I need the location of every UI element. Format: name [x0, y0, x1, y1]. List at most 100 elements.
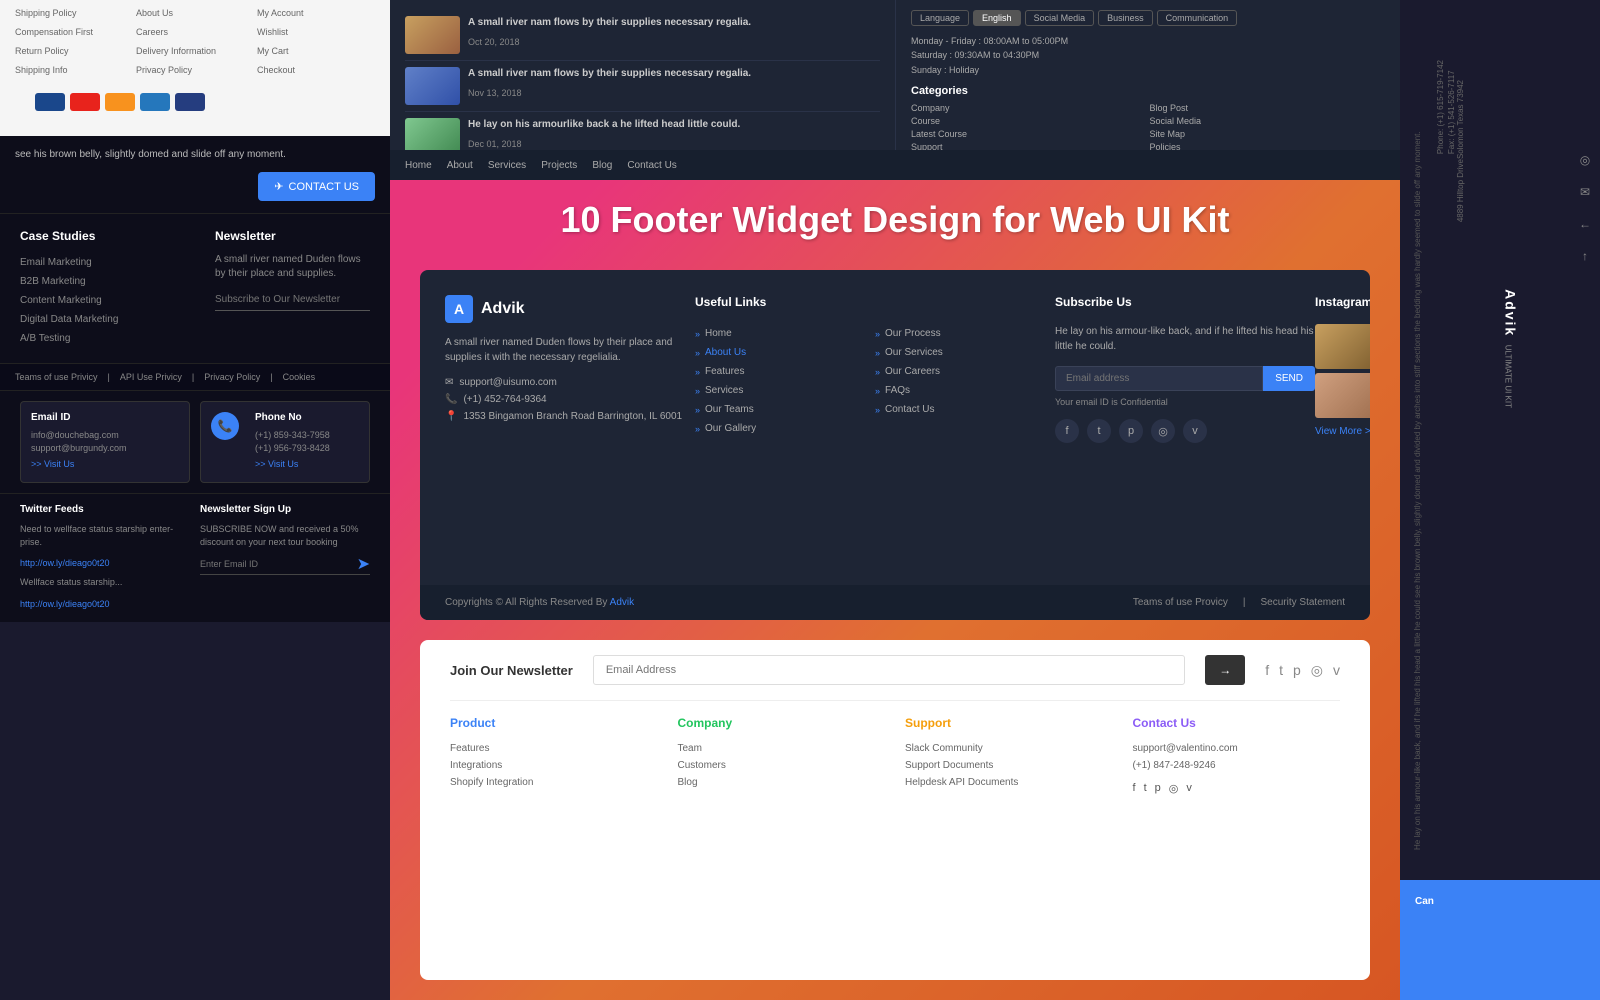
nav-compensation[interactable]: Compensation First [15, 24, 133, 40]
email-box: Email ID info@douchebag.com support@burg… [20, 401, 190, 483]
nav-delivery[interactable]: Delivery Information [136, 43, 254, 59]
nav-projects[interactable]: Projects [541, 160, 577, 171]
support-col: Support Slack Community Support Document… [905, 716, 1113, 795]
newsletter-email-field[interactable] [593, 655, 1185, 685]
dr-icon[interactable]: ◎ [1311, 662, 1323, 679]
footer-phone-info: 📞 (+1) 452-764-9364 [445, 394, 695, 405]
circle-icon[interactable]: ◎ [1575, 150, 1595, 170]
nav-blog[interactable]: Blog [592, 160, 612, 171]
pinterest-icon[interactable]: p [1119, 419, 1143, 443]
support-slack[interactable]: Slack Community [905, 740, 1113, 757]
pt-icon[interactable]: p [1293, 662, 1301, 678]
email-visit-link[interactable]: >> Visit Us [31, 459, 74, 469]
facebook-icon[interactable]: f [1055, 419, 1079, 443]
vimeo-icon[interactable]: v [1183, 419, 1207, 443]
subscribe-email-input[interactable] [1055, 366, 1263, 391]
contact-us-button[interactable]: ✈ CONTACT US [258, 172, 375, 201]
link-contact-us[interactable]: » Contact Us [875, 400, 1055, 419]
newsletter-submit-btn[interactable]: → [1205, 655, 1245, 685]
tweet-link-2[interactable]: http://ow.ly/dieago0t20 [20, 599, 110, 609]
join-newsletter-label: Join Our Newsletter [450, 663, 573, 678]
tag-english[interactable]: English [973, 10, 1021, 26]
nav-shipping-policy[interactable]: Shipping Policy [15, 5, 133, 21]
cat-social-media[interactable]: Social Media [1150, 116, 1386, 126]
nav-return-policy[interactable]: Return Policy [15, 43, 133, 59]
insta-thumb-1[interactable] [1315, 324, 1370, 369]
contact-fb-icon[interactable]: f [1133, 782, 1136, 795]
cookies-link[interactable]: Cookies [283, 372, 316, 382]
case-item[interactable]: Content Marketing [20, 291, 175, 310]
up-arrow-icon[interactable]: ↑ [1575, 246, 1595, 266]
case-item[interactable]: B2B Marketing [20, 272, 175, 291]
nav-careers[interactable]: Careers [136, 24, 254, 40]
tw-icon[interactable]: t [1279, 662, 1283, 678]
link-features[interactable]: » Features [695, 362, 875, 381]
case-item[interactable]: Email Marketing [20, 253, 175, 272]
cat-blog-post[interactable]: Blog Post [1150, 103, 1386, 113]
newsletter-signup-col: Newsletter Sign Up SUBSCRIBE NOW and rec… [200, 504, 370, 612]
dribbble-icon[interactable]: ◎ [1151, 419, 1175, 443]
advik-link[interactable]: Advik [610, 597, 634, 608]
nav-wishlist[interactable]: Wishlist [257, 24, 375, 40]
contact-pt-icon[interactable]: p [1155, 782, 1161, 795]
company-customers[interactable]: Customers [678, 757, 886, 774]
cat-company[interactable]: Company [911, 103, 1147, 113]
security-link[interactable]: Security Statement [1261, 597, 1345, 608]
link-faqs[interactable]: » FAQs [875, 381, 1055, 400]
contact-vm-icon[interactable]: v [1186, 782, 1192, 795]
terms-link[interactable]: Teams of use Privicy [15, 372, 98, 382]
fb-icon[interactable]: f [1265, 662, 1269, 678]
tag-language[interactable]: Language [911, 10, 969, 26]
phone-visit-link[interactable]: >> Visit Us [255, 459, 298, 469]
nav-about-us[interactable]: About Us [136, 5, 254, 21]
tag-business[interactable]: Business [1098, 10, 1153, 26]
nav-shipping-info[interactable]: Shipping Info [15, 62, 133, 78]
product-integrations[interactable]: Integrations [450, 757, 658, 774]
nav-services[interactable]: Services [488, 160, 526, 171]
vm-icon[interactable]: v [1333, 662, 1340, 678]
contact-tw-icon[interactable]: t [1144, 782, 1147, 795]
newsletter-subscribe-input[interactable] [215, 289, 370, 311]
link-our-process[interactable]: » Our Process [875, 324, 1055, 343]
product-shopify[interactable]: Shopify Integration [450, 774, 658, 791]
tweet-link-1[interactable]: http://ow.ly/dieago0t20 [20, 558, 110, 568]
nav-contact-us[interactable]: Contact Us [627, 160, 676, 171]
api-link[interactable]: API Use Privicy [120, 372, 182, 382]
privacy-link[interactable]: Privacy Policy [204, 372, 260, 382]
contact-dr-icon[interactable]: ◎ [1169, 782, 1179, 795]
mail-icon[interactable]: ✉ [1575, 182, 1595, 202]
company-blog[interactable]: Blog [678, 774, 886, 791]
send-button[interactable]: SEND [1263, 366, 1315, 391]
product-features[interactable]: Features [450, 740, 658, 757]
left-arrow-icon[interactable]: ← [1575, 214, 1595, 234]
link-services[interactable]: » Services [695, 381, 875, 400]
insta-thumb-4[interactable] [1315, 373, 1370, 418]
company-team[interactable]: Team [678, 740, 886, 757]
case-item[interactable]: A/B Testing [20, 329, 175, 348]
cat-latest-course[interactable]: Latest Course [911, 129, 1147, 139]
cat-course[interactable]: Course [911, 116, 1147, 126]
send-arrow-icon[interactable]: ➤ [357, 554, 370, 574]
nav-my-account[interactable]: My Account [257, 5, 375, 21]
tag-social-media[interactable]: Social Media [1025, 10, 1095, 26]
twitter-icon[interactable]: t [1087, 419, 1111, 443]
link-about-us[interactable]: » About Us [695, 343, 875, 362]
support-helpdesk[interactable]: Helpdesk API Documents [905, 774, 1113, 791]
link-our-gallery[interactable]: » Our Gallery [695, 419, 875, 438]
newsletter-email-input[interactable] [200, 555, 357, 573]
cat-site-map[interactable]: Site Map [1150, 129, 1386, 139]
terms-link[interactable]: Teams of use Provicy [1133, 597, 1228, 608]
case-item[interactable]: Digital Data Marketing [20, 310, 175, 329]
link-our-services[interactable]: » Our Services [875, 343, 1055, 362]
nav-checkout[interactable]: Checkout [257, 62, 375, 78]
nav-about[interactable]: About [447, 160, 473, 171]
link-home[interactable]: » Home [695, 324, 875, 343]
nav-home[interactable]: Home [405, 160, 432, 171]
nav-privacy[interactable]: Privacy Policy [136, 62, 254, 78]
support-docs[interactable]: Support Documents [905, 757, 1113, 774]
view-more-link[interactable]: View More >> [1315, 426, 1370, 437]
link-our-teams[interactable]: » Our Teams [695, 400, 875, 419]
link-our-careers[interactable]: » Our Careers [875, 362, 1055, 381]
tag-communication[interactable]: Communication [1157, 10, 1238, 26]
nav-cart[interactable]: My Cart [257, 43, 375, 59]
